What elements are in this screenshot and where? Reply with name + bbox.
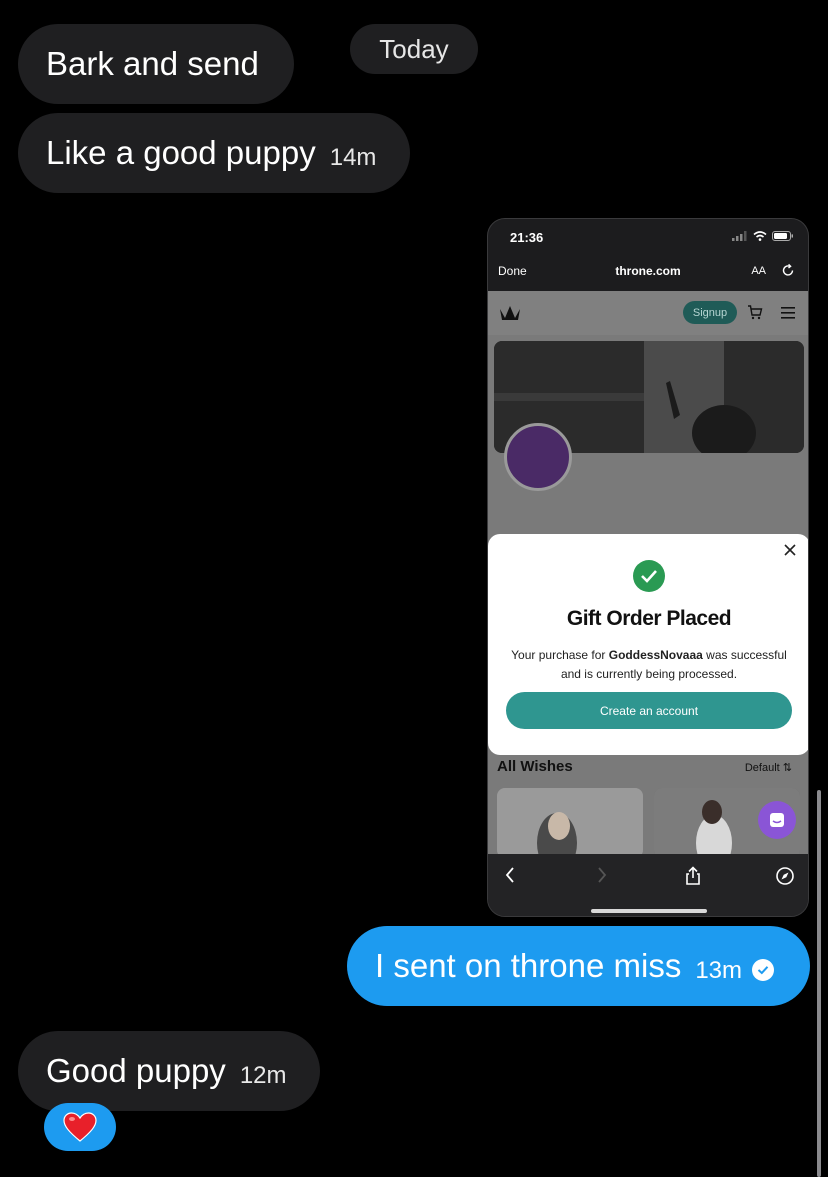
create-account-button[interactable]: Create an account	[506, 692, 792, 729]
profile-avatar[interactable]	[504, 423, 572, 491]
browser-toolbar	[488, 854, 808, 916]
cart-icon[interactable]	[747, 305, 763, 320]
message-timestamp: 12m	[239, 1062, 287, 1089]
forward-icon[interactable]	[596, 866, 608, 884]
modal-title: Gift Order Placed	[566, 607, 732, 630]
message-text: Bark and send	[46, 45, 259, 82]
signup-button[interactable]: Signup	[683, 301, 737, 324]
message-bubble-incoming[interactable]: Bark and send	[18, 24, 294, 104]
chat-icon	[770, 813, 784, 827]
compass-icon[interactable]	[775, 866, 795, 886]
share-icon[interactable]	[684, 866, 702, 886]
web-content: Signup 027 All Wishes Default ⇅	[488, 291, 808, 854]
image-attachment[interactable]: 21:36 Done throne.com AA Signup All Wish…	[487, 218, 809, 917]
message-text: Good puppy	[46, 1052, 226, 1089]
message-text: Like a good puppy	[46, 134, 316, 171]
chat-support-button[interactable]	[758, 801, 796, 839]
message-bubble-outgoing[interactable]: I sent on throne miss 13m	[347, 926, 810, 1006]
menu-icon[interactable]	[781, 307, 795, 319]
wish-item-image[interactable]	[497, 788, 643, 854]
signal-icon	[732, 231, 747, 241]
reload-icon[interactable]	[780, 262, 796, 278]
message-bubble-incoming[interactable]: Good puppy 12m	[18, 1031, 320, 1111]
status-bar: 21:36	[488, 219, 808, 255]
message-timestamp: 14m	[329, 144, 377, 171]
message-timestamp: 13m	[695, 957, 743, 984]
modal-description: Your purchase for GoddessNovaaa was succ…	[511, 648, 787, 681]
read-check-icon	[752, 959, 775, 981]
back-icon[interactable]	[504, 866, 516, 884]
reaction-badge[interactable]	[44, 1103, 116, 1151]
heart-icon	[63, 1112, 97, 1142]
text-size-button[interactable]: AA	[751, 265, 766, 277]
battery-icon	[772, 231, 793, 241]
order-confirmation-modal: Gift Order Placed Your purchase for Godd…	[488, 534, 808, 755]
status-time: 21:36	[510, 230, 544, 245]
sort-dropdown[interactable]: Default ⇅	[745, 761, 792, 774]
date-separator: Today	[350, 24, 478, 74]
section-title: All Wishes	[497, 758, 573, 775]
creator-name: GoddessNovaaa	[608, 648, 703, 662]
site-nav: Signup	[488, 291, 808, 335]
close-icon[interactable]	[784, 544, 796, 556]
browser-header: Done throne.com AA	[488, 255, 808, 291]
home-indicator	[591, 909, 707, 913]
scrollbar[interactable]	[817, 790, 821, 1177]
wifi-icon	[753, 231, 767, 241]
message-bubble-incoming[interactable]: Like a good puppy 14m	[18, 113, 410, 193]
success-check-icon	[633, 560, 665, 592]
crown-logo-icon[interactable]	[498, 303, 522, 321]
message-text: I sent on throne miss	[375, 947, 682, 984]
